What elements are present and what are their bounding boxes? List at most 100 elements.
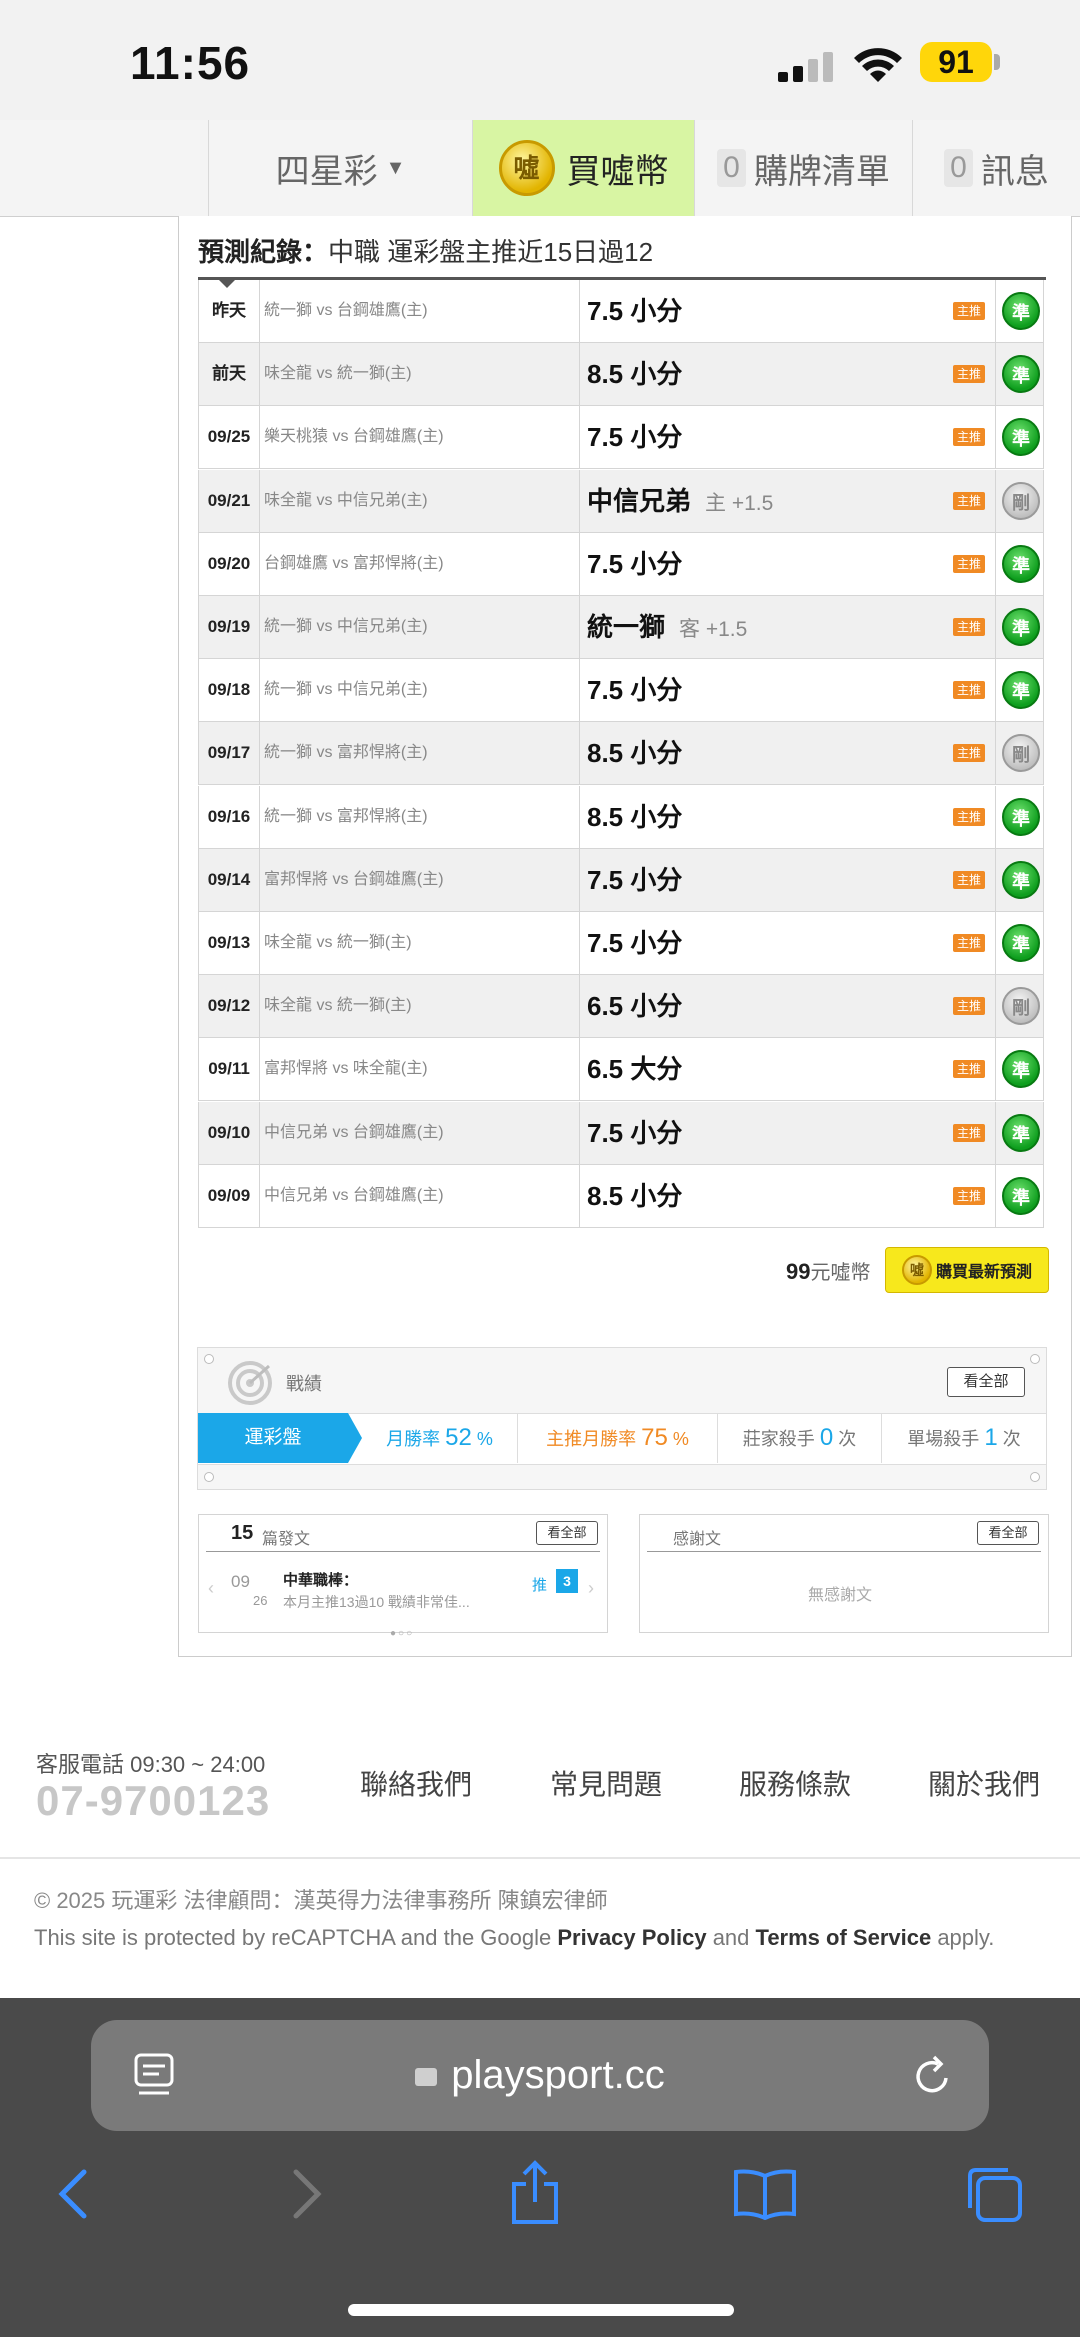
- privacy-policy-link[interactable]: Privacy Policy: [557, 1925, 706, 1950]
- single-killer-value: 1: [984, 1424, 998, 1451]
- result-push-icon: 剛: [1002, 481, 1040, 520]
- buy-coin-button[interactable]: 噓 買噓幣: [472, 120, 694, 216]
- top-pick-badge: 主推: [953, 302, 985, 320]
- row-pick-text: 7.5 小分: [587, 1117, 683, 1148]
- single-killer-label: 單場殺手: [907, 1429, 980, 1449]
- row-pick: 7.5 小分: [587, 659, 937, 721]
- top-pick-badge: 主推: [953, 807, 985, 826]
- row-match: 統一獅 vs 中信兄弟(主): [260, 659, 580, 722]
- push-count-badge: 3: [556, 1569, 578, 1593]
- top-pick-badge: 主推: [953, 1060, 985, 1079]
- footer-link-terms[interactable]: 服務條款: [739, 1763, 851, 1803]
- share-icon[interactable]: [508, 2160, 562, 2226]
- footer-link-about[interactable]: 關於我們: [928, 1763, 1040, 1803]
- stats-tab-arrow: [348, 1413, 362, 1463]
- top-pick-month-win-rate: 主推月勝率 75 %: [518, 1413, 718, 1463]
- customer-service-phone[interactable]: 07-9700123: [36, 1777, 270, 1825]
- post-title[interactable]: 中華職棒：: [283, 1569, 358, 1590]
- row-pick-text: 7.5 小分: [587, 422, 683, 453]
- percent-sign: %: [476, 1429, 493, 1449]
- buy-latest-prediction-button[interactable]: 噓 購買最新預測: [885, 1247, 1049, 1293]
- top-pick-badge: 主推: [953, 681, 985, 700]
- result-win-icon: 準: [1002, 797, 1040, 836]
- reload-icon[interactable]: [910, 2054, 954, 2098]
- cart-button[interactable]: 0 購牌清單: [694, 120, 912, 216]
- top-pick-badge: 主推: [953, 554, 985, 573]
- row-pick: 中信兄弟主 +1.5: [587, 470, 937, 532]
- message-count-badge: 0: [944, 149, 973, 187]
- result-win-icon: 準: [1002, 292, 1040, 330]
- row-date: 09/25: [199, 406, 260, 469]
- stats-label: 戰績: [286, 1374, 322, 1394]
- tabs-icon[interactable]: [964, 2164, 1024, 2224]
- row-pick-text: 6.5 小分: [587, 991, 683, 1022]
- row-result: 準: [995, 406, 1046, 469]
- house-killer-value: 0: [819, 1424, 834, 1451]
- row-pick-text: 統一獅: [587, 612, 666, 642]
- forward-icon[interactable]: [290, 2168, 324, 2220]
- result-win-icon: 準: [1002, 1176, 1040, 1215]
- result-win-icon: 準: [1002, 418, 1040, 457]
- row-pick-text: 8.5 小分: [587, 1180, 683, 1211]
- cellular-signal-icon: [778, 52, 833, 82]
- house-killer-label: 莊家殺手: [742, 1429, 815, 1449]
- thanks-see-all-button[interactable]: 看全部: [977, 1521, 1039, 1545]
- coin-icon: 噓: [498, 140, 555, 196]
- row-pick: 7.5 小分: [587, 912, 937, 974]
- footer-link-faq[interactable]: 常見問題: [550, 1763, 662, 1803]
- row-pick: 8.5 小分: [587, 1165, 937, 1227]
- table-row: 09/17 統一獅 vs 富邦悍將(主) 8.5 小分 主推剛: [198, 722, 1044, 786]
- row-pick-handicap: 客 +1.5: [679, 618, 748, 641]
- row-date: 09/10: [199, 1101, 260, 1164]
- wifi-icon: [854, 48, 902, 82]
- row-result: 準: [995, 848, 1046, 911]
- row-date: 09/19: [199, 596, 260, 658]
- no-thanks-text: 無感謝文: [808, 1587, 873, 1604]
- month-win-rate-label: 月勝率: [386, 1429, 441, 1449]
- price-text: 99元噓幣: [786, 1256, 870, 1285]
- row-pick-text: 7.5 小分: [587, 296, 683, 326]
- post-day: 26: [253, 1593, 268, 1608]
- stats-tab-sports-lottery[interactable]: 運彩盤: [198, 1413, 348, 1463]
- bookmarks-icon[interactable]: [732, 2168, 798, 2220]
- chevron-right-icon[interactable]: ›: [588, 1578, 594, 1599]
- price-number: 99: [786, 1259, 811, 1284]
- row-result: 準: [995, 785, 1046, 848]
- terms-of-service-link[interactable]: Terms of Service: [756, 1925, 932, 1950]
- row-pick: 統一獅客 +1.5: [587, 596, 937, 658]
- table-row: 前天 味全龍 vs 統一獅(主) 8.5 小分 主推準: [198, 343, 1044, 407]
- home-indicator[interactable]: [348, 2304, 734, 2316]
- top-pick-badge: 主推: [953, 618, 985, 636]
- row-pick: 7.5 小分: [587, 533, 937, 595]
- row-pick: 7.5 小分: [587, 280, 937, 342]
- table-row: 09/09 中信兄弟 vs 台鋼雄鷹(主) 8.5 小分 主推準: [198, 1164, 1046, 1228]
- stats-see-all-button[interactable]: 看全部: [947, 1367, 1025, 1397]
- row-pick: 8.5 小分: [587, 722, 937, 784]
- post-month: 09: [231, 1572, 250, 1591]
- row-pick: 7.5 小分: [587, 1102, 937, 1164]
- post-snippet[interactable]: 本月主推13過10 戰績非常佳...: [283, 1592, 470, 1612]
- game-selector[interactable]: 四星彩 ▼: [208, 120, 472, 216]
- row-pick-text: 8.5 小分: [587, 801, 683, 832]
- back-icon[interactable]: [56, 2168, 90, 2220]
- footer-link-contact[interactable]: 聯絡我們: [360, 1763, 472, 1803]
- posts-see-all-button[interactable]: 看全部: [536, 1521, 598, 1545]
- recaptcha-notice: This site is protected by reCAPTCHA and …: [34, 1925, 994, 1951]
- cart-label: 購牌清單: [753, 152, 890, 191]
- customer-service-hours: 客服電話 09:30 ~ 24:00: [36, 1752, 266, 1777]
- row-result: 準: [995, 280, 1046, 342]
- message-button[interactable]: 0 訊息: [912, 120, 1080, 216]
- row-pick-text: 7.5 小分: [587, 928, 683, 958]
- coin-icon: 噓: [901, 1255, 932, 1285]
- row-pick-text: 7.5 小分: [587, 675, 683, 706]
- row-pick: 8.5 小分: [587, 343, 937, 405]
- battery-icon: 91: [920, 42, 992, 82]
- row-match: 味全龍 vs 統一獅(主): [260, 912, 580, 974]
- chevron-left-icon[interactable]: ‹: [208, 1578, 214, 1599]
- row-date: 09/12: [199, 975, 260, 1038]
- top-pick-badge: 主推: [953, 997, 985, 1016]
- row-pick: 7.5 小分: [587, 849, 937, 911]
- result-win-icon: 準: [1002, 860, 1040, 899]
- row-pick-text: 7.5 小分: [587, 548, 683, 579]
- row-result: 準: [995, 1164, 1046, 1227]
